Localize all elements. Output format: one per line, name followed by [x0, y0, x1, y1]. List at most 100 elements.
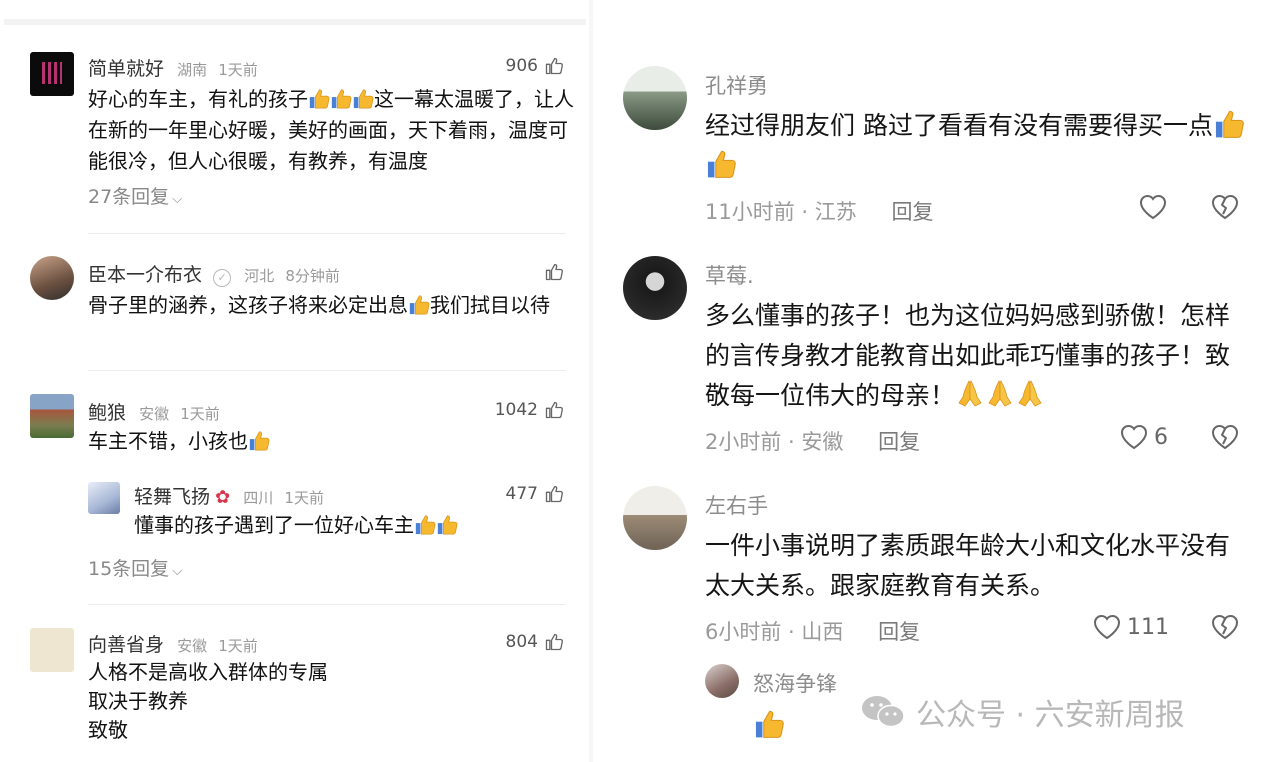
pray-emoji-icon: [985, 377, 1015, 409]
like-count: 804: [505, 632, 538, 652]
comment-text: 好心的车主，有礼的孩子 这一幕太温暖了，让人在新的一年里心好暖，美好的画面，天下着…: [88, 86, 574, 173]
more-replies-link[interactable]: 27条回复 ⌵: [88, 182, 182, 209]
flower-emoji-icon: ✿: [215, 487, 231, 508]
avatar[interactable]: [30, 256, 74, 300]
thumbs-up-outline-icon: [544, 400, 564, 420]
thumbs-up-outline-icon: [544, 262, 564, 282]
like-button[interactable]: 906: [506, 56, 564, 76]
chevron-down-icon: ⌵: [172, 192, 183, 207]
wechat-icon: [862, 696, 905, 728]
username[interactable]: 简单就好: [88, 58, 164, 80]
comment-meta: 11小时前 · 江苏 回复: [705, 200, 934, 224]
region: 安徽: [139, 405, 170, 423]
like-button[interactable]: 6: [1120, 424, 1168, 450]
comment-text: 多么懂事的孩子！也为这位妈妈感到骄傲！怎样的言传身教才能教育出如此乖巧懂事的孩子…: [705, 301, 1231, 410]
thumbs-up-emoji-icon: [436, 512, 458, 536]
reply-button[interactable]: 回复: [878, 430, 920, 454]
reply-text: 懂事的孩子遇到了一位好心车主: [134, 510, 574, 541]
like-button[interactable]: 111: [1093, 614, 1169, 640]
region: 安徽: [177, 637, 208, 655]
timestamp: 1天前: [218, 637, 258, 655]
reply-username[interactable]: 轻舞飞扬: [134, 486, 210, 508]
region: 山西: [801, 620, 844, 644]
avatar[interactable]: [30, 628, 74, 672]
timestamp: 1天前: [180, 405, 220, 423]
thumbs-up-emoji-icon: [705, 146, 737, 180]
broken-heart-icon[interactable]: [1211, 424, 1239, 450]
thumbs-up-emoji-icon: [248, 428, 270, 452]
more-replies-link[interactable]: 15条回复 ⌵: [88, 554, 182, 581]
thumbs-up-outline-icon: [544, 484, 564, 504]
like-count: 906: [505, 56, 538, 76]
username[interactable]: 怒海争锋: [753, 668, 837, 698]
like-button[interactable]: [1139, 194, 1173, 220]
divider: [88, 370, 566, 371]
comment-text: 骨子里的涵养，这孩子将来必定出息 我们拭目以待: [88, 292, 550, 317]
chevron-down-icon: ⌵: [172, 564, 183, 579]
username[interactable]: 草莓.: [705, 260, 754, 290]
username[interactable]: 臣本一介布衣: [88, 264, 202, 286]
heart-outline-icon: [1139, 194, 1167, 220]
divider: [88, 604, 566, 605]
pray-emoji-icon: [1015, 377, 1045, 409]
like-button[interactable]: 804: [506, 632, 564, 652]
username[interactable]: 鲍狼: [88, 402, 126, 424]
region: 江苏: [814, 200, 857, 224]
thumbs-up-emoji-icon: [330, 86, 352, 110]
comment-meta: 2小时前 · 安徽 回复: [705, 430, 921, 454]
timestamp: 1天前: [284, 489, 324, 507]
avatar[interactable]: [30, 394, 74, 438]
region: 河北: [244, 267, 275, 285]
like-count: 1042: [494, 400, 538, 420]
avatar[interactable]: [30, 52, 74, 96]
like-count: 6: [1154, 424, 1168, 450]
timestamp: 2小时前: [705, 430, 782, 454]
pray-emoji-icon: [955, 377, 985, 409]
comment-meta: 6小时前 · 山西 回复: [705, 620, 921, 644]
like-count: 477: [505, 484, 538, 504]
reply-button[interactable]: 回复: [891, 200, 933, 224]
region: 四川: [243, 489, 274, 507]
like-button[interactable]: 1042: [495, 400, 564, 420]
broken-heart-icon[interactable]: [1211, 614, 1239, 640]
username[interactable]: 向善省身: [88, 634, 164, 656]
thumbs-up-emoji-icon: [753, 706, 785, 740]
verified-icon: ✓: [213, 269, 232, 287]
username[interactable]: 孔祥勇: [705, 70, 768, 100]
reply-button[interactable]: 回复: [878, 620, 920, 644]
thumbs-up-emoji-icon: [408, 292, 430, 316]
thumbs-up-emoji-icon: [1213, 106, 1245, 140]
thumbs-up-emoji-icon: [308, 86, 330, 110]
like-count: 111: [1127, 614, 1169, 640]
left-comment-panel: 简单就好 湖南 1天前 906 好心的车主，有礼的孩子 这一幕太温暖了，让人在新的…: [0, 0, 590, 762]
username[interactable]: 左右手: [705, 490, 768, 520]
divider: [88, 233, 566, 234]
reply-avatar[interactable]: [88, 482, 120, 514]
avatar[interactable]: [705, 664, 739, 698]
comment-text: 人格不是高收入群体的专属 取决于教养 致敬: [88, 660, 328, 742]
broken-heart-icon[interactable]: [1211, 194, 1239, 220]
reply-like-button[interactable]: 477: [506, 484, 564, 504]
comment-text: 一件小事说明了素质跟年龄大小和文化水平没有太大关系。跟家庭教育有关系。: [705, 531, 1231, 600]
timestamp: 1天前: [218, 61, 258, 79]
thumbs-up-outline-icon: [544, 632, 564, 652]
top-divider: [4, 19, 586, 25]
heart-outline-icon: [1093, 614, 1121, 640]
timestamp: 8分钟前: [285, 267, 340, 285]
right-comment-panel: 孔祥勇 经过得朋友们 路过了看看有没有需要得买一点 11小时前 · 江苏 回复 …: [593, 0, 1280, 762]
comment-text: 车主不错，小孩也: [88, 426, 578, 457]
thumbs-up-outline-icon: [544, 56, 564, 76]
heart-outline-icon: [1120, 424, 1148, 450]
watermark: 公众号 · 六安新周报: [860, 690, 1185, 734]
region: 湖南: [177, 61, 208, 79]
timestamp: 11小时前: [705, 200, 795, 224]
avatar[interactable]: [623, 486, 687, 550]
comment-text: 经过得朋友们 路过了看看有没有需要得买一点: [705, 106, 1250, 186]
thumbs-up-emoji-icon: [414, 512, 436, 536]
like-button[interactable]: [538, 262, 564, 282]
region: 安徽: [801, 430, 844, 454]
timestamp: 6小时前: [705, 620, 782, 644]
thumbs-up-emoji-icon: [352, 86, 374, 110]
avatar[interactable]: [623, 66, 687, 130]
avatar[interactable]: [623, 256, 687, 320]
